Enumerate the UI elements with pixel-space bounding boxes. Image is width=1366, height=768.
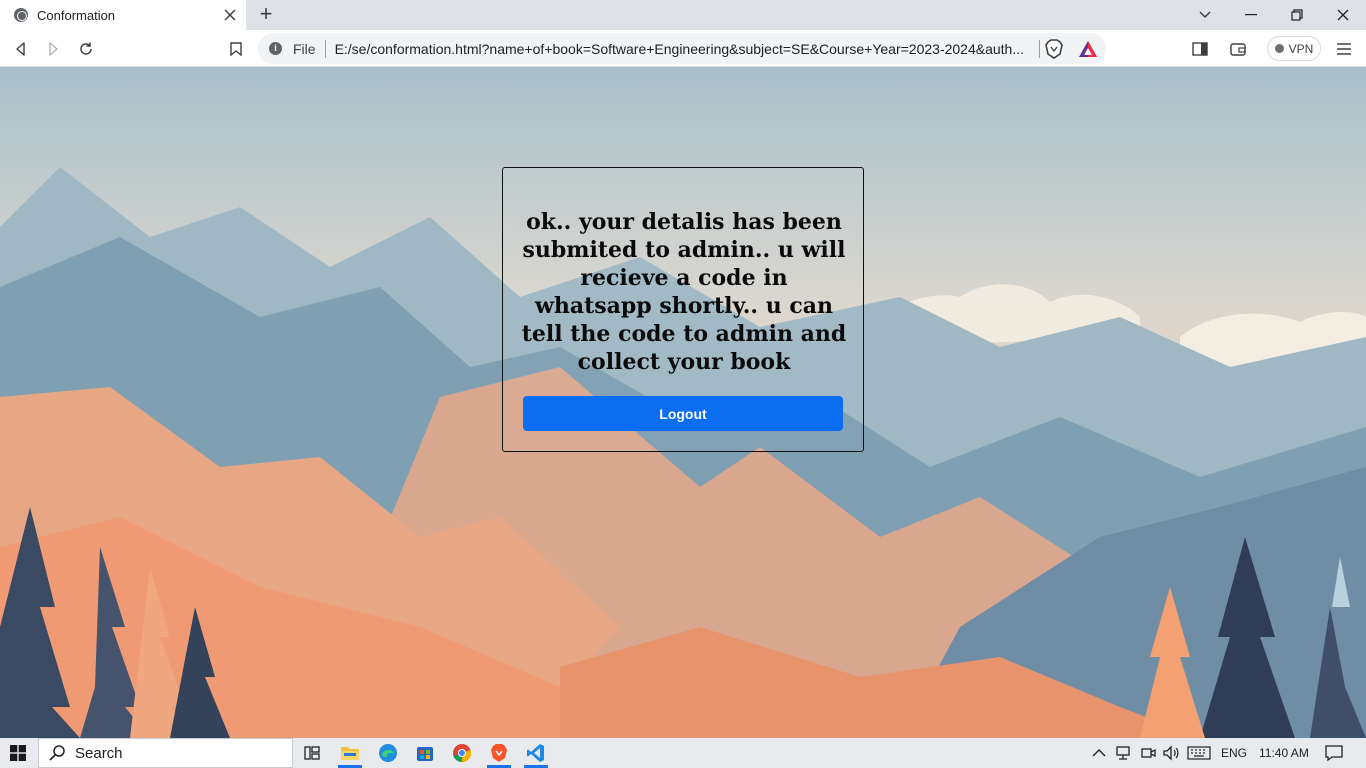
url-divider: [1038, 39, 1040, 58]
taskbar-search[interactable]: Search: [38, 738, 293, 768]
show-hidden-icons[interactable]: [1092, 738, 1106, 768]
search-label: Search: [75, 744, 123, 762]
url-text[interactable]: E:/se/conformation.html?name+of+book=Sof…: [335, 41, 1031, 57]
menu-icon[interactable]: [1333, 38, 1355, 60]
bookmark-icon[interactable]: [225, 38, 247, 60]
brave-rewards-icon[interactable]: [1077, 38, 1099, 60]
window-close-icon[interactable]: [1320, 0, 1366, 30]
edge-icon[interactable]: [378, 743, 398, 763]
browser-toolbar: i File E:/se/conformation.html?name+of+b…: [0, 30, 1366, 67]
wallet-icon[interactable]: [1227, 38, 1249, 60]
confirmation-message: ok.. your detalis has been submited to a…: [521, 209, 847, 375]
brave-icon[interactable]: [489, 743, 509, 763]
forward-icon[interactable]: [42, 38, 64, 60]
vpn-status-icon: [1274, 44, 1284, 53]
vpn-label: VPN: [1288, 41, 1314, 56]
minimize-icon[interactable]: [1228, 0, 1274, 30]
clock[interactable]: 11:40 AM: [1259, 738, 1309, 768]
address-bar[interactable]: i File E:/se/conformation.html?name+of+b…: [258, 33, 1106, 64]
meet-now-icon[interactable]: [1140, 738, 1156, 768]
back-icon[interactable]: [10, 38, 32, 60]
close-tab-icon[interactable]: [220, 5, 240, 25]
taskbar: Search ENG 11:40 AM: [0, 738, 1366, 768]
keyboard-icon[interactable]: [1187, 738, 1211, 768]
url-scheme: File: [293, 40, 316, 57]
vpn-button[interactable]: VPN: [1267, 36, 1321, 61]
language-indicator[interactable]: ENG: [1221, 738, 1247, 768]
confirmation-card: ok.. your detalis has been submited to a…: [502, 167, 864, 452]
vscode-icon[interactable]: [526, 743, 546, 763]
notification-icon[interactable]: [1325, 738, 1343, 768]
search-icon: [49, 745, 65, 761]
restore-icon[interactable]: [1274, 0, 1320, 30]
logout-button[interactable]: Logout: [523, 396, 843, 431]
new-tab-button[interactable]: +: [255, 3, 277, 26]
tab-strip: Conformation +: [0, 0, 1366, 30]
file-explorer-icon[interactable]: [340, 743, 360, 763]
tab-title: Conformation: [37, 7, 116, 23]
task-view-icon[interactable]: [302, 743, 322, 763]
volume-icon[interactable]: [1162, 738, 1180, 768]
chrome-icon[interactable]: [452, 743, 472, 763]
url-separator: [324, 39, 326, 58]
tab-search-icon[interactable]: [1182, 0, 1228, 30]
globe-icon: [14, 8, 28, 22]
info-icon[interactable]: i: [269, 42, 282, 55]
page-viewport: ok.. your detalis has been submited to a…: [0, 67, 1366, 738]
reload-icon[interactable]: [75, 38, 97, 60]
store-icon[interactable]: [415, 743, 435, 763]
brave-shield-icon[interactable]: [1043, 38, 1065, 60]
windows-start-icon[interactable]: [10, 745, 26, 761]
browser-tab[interactable]: Conformation: [0, 0, 246, 30]
network-icon[interactable]: [1115, 738, 1133, 768]
sidebar-icon[interactable]: [1189, 38, 1211, 60]
